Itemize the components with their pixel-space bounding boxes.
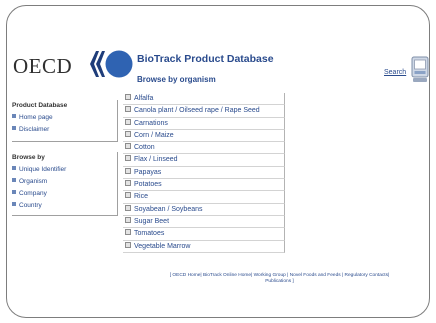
sidebar-item-home-page[interactable]: Home page: [12, 112, 117, 124]
organism-label: Tomatoes: [134, 230, 165, 238]
page-frame: OECD BioTrack Product Database Browse by…: [6, 5, 430, 318]
expand-icon: [125, 216, 131, 223]
organism-list-item[interactable]: Potatoes: [123, 179, 285, 192]
oecd-logo-mark-icon: [90, 50, 133, 78]
organism-list-item[interactable]: Tomatoes: [123, 228, 285, 241]
oecd-logo-text: OECD: [13, 54, 73, 78]
expand-icon: [125, 118, 131, 125]
bullet-icon: [12, 114, 16, 118]
expand-icon: [125, 106, 131, 113]
organism-label: Cotton: [134, 144, 155, 152]
organism-label: Canola plant / Oilseed rape / Rape Seed: [134, 107, 260, 115]
expand-icon: [125, 192, 131, 199]
bullet-icon: [12, 202, 16, 206]
organism-list-item[interactable]: Cotton: [123, 142, 285, 155]
sidebar-item-label: Disclaimer: [19, 126, 50, 133]
sidebar-heading-browse-by: Browse by: [12, 154, 45, 161]
bullet-icon: [12, 166, 16, 170]
organism-list-item[interactable]: Sugar Beet: [123, 215, 285, 229]
footer-links: [ OECD Home| BioTrack Online Home| Worki…: [137, 273, 422, 285]
organism-label: Alfalfa: [134, 95, 154, 102]
page-title: BioTrack Product Database: [137, 53, 274, 65]
organism-list-item[interactable]: Rice: [123, 191, 285, 204]
sidebar-item-label: Unique Identifier: [19, 166, 67, 173]
sidebar-item-unique-identifier[interactable]: Unique Identifier: [12, 164, 117, 176]
sidebar-browse-by: Browse by Unique Identifier Organism Com…: [12, 152, 118, 216]
expand-icon: [125, 167, 131, 174]
organism-list-item[interactable]: Carnations: [123, 117, 285, 130]
expand-icon: [125, 204, 131, 211]
sidebar-item-organism[interactable]: Organism: [12, 176, 117, 188]
organism-label: Flax / Linseed: [134, 156, 178, 164]
sidebar-item-country[interactable]: Country: [12, 200, 117, 212]
organism-label: Sugar Beet: [134, 217, 170, 225]
organism-list-item[interactable]: Alfalfa: [123, 93, 285, 106]
sidebar-item-disclaimer[interactable]: Disclaimer: [12, 124, 117, 136]
search-database-icon[interactable]: [411, 56, 429, 84]
expand-icon: [125, 155, 131, 162]
sidebar-item-label: Home page: [19, 114, 53, 121]
sidebar-item-company[interactable]: Company: [12, 188, 117, 200]
organism-label: Vegetable Marrow: [134, 242, 191, 250]
bullet-icon: [12, 126, 16, 130]
organism-list-item[interactable]: Flax / Linseed: [123, 154, 285, 167]
sidebar-product-database: Product Database Home page Disclaimer: [12, 100, 118, 142]
bullet-icon: [12, 190, 16, 194]
organism-label: Rice: [134, 193, 149, 201]
organism-list: Alfalfa Canola plant / Oilseed rape / Ra…: [123, 93, 285, 253]
expand-icon: [125, 130, 131, 137]
organism-list-item[interactable]: Corn / Maize: [123, 129, 285, 143]
expand-icon: [125, 180, 131, 187]
organism-list-item[interactable]: Papayas: [123, 166, 285, 180]
organism-label: Soyabean / Soybeans: [134, 205, 203, 213]
page-subtitle: Browse by organism: [137, 75, 216, 84]
header-block: BioTrack Product Database Browse by orga…: [137, 53, 274, 84]
organism-list-item[interactable]: Canola plant / Oilseed rape / Rape Seed: [123, 105, 285, 118]
expand-icon: [125, 94, 131, 100]
search-link[interactable]: Search: [384, 69, 406, 76]
sidebar-item-label: Organism: [19, 178, 48, 185]
sidebar-item-label: Country: [19, 202, 42, 209]
organism-label: Corn / Maize: [134, 131, 174, 139]
sidebar-heading-product-database: Product Database: [12, 102, 68, 109]
expand-icon: [125, 229, 131, 236]
organism-list-item[interactable]: Soyabean / Soybeans: [123, 203, 285, 216]
footer-links-line-2[interactable]: Publications ]: [137, 279, 422, 285]
expand-icon: [125, 143, 131, 150]
sidebar-item-label: Company: [19, 190, 47, 197]
organism-label: Carnations: [134, 119, 168, 127]
organism-label: Potatoes: [134, 181, 162, 189]
bullet-icon: [12, 178, 16, 182]
organism-label: Papayas: [134, 168, 162, 176]
organism-list-item[interactable]: Vegetable Marrow: [123, 240, 285, 253]
expand-icon: [125, 241, 131, 248]
oecd-logo[interactable]: OECD: [13, 48, 133, 80]
